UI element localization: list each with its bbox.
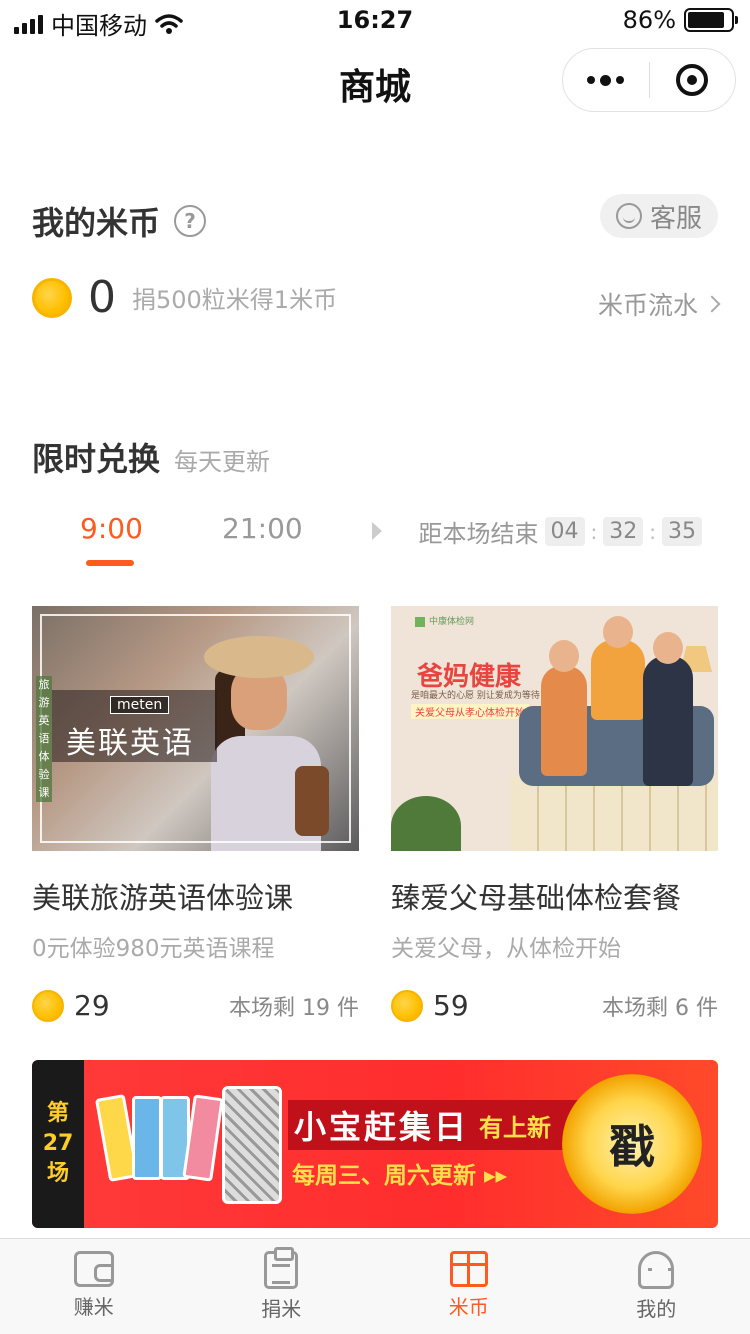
banner-badge: 有上新	[479, 1113, 552, 1142]
exchange-title: 限时兑换	[32, 440, 161, 478]
product-remaining: 本场剩 6 件	[602, 995, 718, 1021]
round-prefix: 第	[46, 1101, 69, 1126]
coin-tip: 捐500粒米得1米币	[132, 286, 338, 314]
coin-flow-link[interactable]: 米币流水	[597, 286, 721, 322]
triangle-right-icon	[372, 522, 382, 540]
banner-title: 小宝赶集日	[294, 1108, 470, 1146]
close-target-icon	[676, 64, 709, 96]
countdown-separator: :	[649, 519, 656, 544]
chat-icon	[615, 203, 642, 229]
tab-label: 捐米	[261, 1297, 302, 1321]
product-name[interactable]: 美联旅游英语体验课	[32, 875, 359, 917]
banner-products-image	[94, 1086, 282, 1206]
mini-program-capsule	[562, 48, 736, 112]
limited-exchange-section: 限时兑换 每天更新 9:00 21:00 距本场结束 04 : 32 : 35 …	[0, 372, 750, 1238]
active-tab-indicator	[86, 560, 134, 566]
meten-logo: meten	[110, 696, 170, 714]
stamp-label: 戳	[609, 1120, 655, 1174]
round-number: 27	[42, 1131, 74, 1156]
coin-flow-label: 米币流水	[597, 291, 698, 320]
tab-label: 米币	[448, 1295, 489, 1319]
banner-subtitle: 每周三、周六更新 ▸▸	[292, 1163, 508, 1189]
countdown-seconds: 35	[662, 517, 702, 546]
wallet-icon	[73, 1251, 114, 1287]
coin-icon	[32, 989, 64, 1022]
my-coins-title: 我的米币	[32, 204, 161, 242]
more-dots-icon	[587, 74, 625, 86]
countdown: 距本场结束 04 : 32 : 35	[418, 514, 702, 549]
gift-icon	[449, 1251, 488, 1287]
product-card[interactable]: meten 美联英语 旅游英语体验课 美联旅游英语体验课 0元体验980元英语课…	[32, 606, 359, 1022]
image-tagline: 关爱父母从孝心体检开始	[411, 704, 529, 719]
tab-label: 赚米	[73, 1295, 114, 1319]
profile-icon	[638, 1251, 675, 1289]
round-suffix: 场	[46, 1161, 69, 1186]
customer-service-button[interactable]: 客服	[599, 194, 718, 238]
product-desc: 0元体验980元英语课程	[32, 936, 275, 962]
product-price: 59	[433, 989, 469, 1022]
chevron-right-icon	[703, 295, 721, 313]
tab-earn-rice[interactable]: 赚米	[0, 1239, 188, 1334]
my-coins-card: 我的米币 ? 客服 0 捐500粒米得1米币 米币流水	[0, 122, 750, 372]
more-button[interactable]	[563, 49, 649, 111]
coin-amount: 0	[88, 272, 116, 323]
image-brand-text: 美联英语	[66, 726, 194, 761]
coin-icon	[32, 277, 72, 318]
product-remaining: 本场剩 19 件	[229, 995, 359, 1021]
status-bar: 中国移动 16:27 86%	[0, 0, 750, 40]
product-price: 29	[74, 989, 110, 1022]
product-card[interactable]: 中康体检网 爸妈健康 是咱最大的心愿 别让爱成为等待 关爱父母从孝心体检开始 臻…	[391, 606, 718, 1022]
product-image-health-check[interactable]: 中康体检网 爸妈健康 是咱最大的心愿 别让爱成为等待 关爱父母从孝心体检开始	[391, 606, 718, 851]
question-circle-icon[interactable]: ?	[174, 205, 207, 237]
battery-percent: 86%	[622, 6, 676, 34]
countdown-separator: :	[590, 519, 598, 544]
battery-icon	[684, 8, 738, 32]
image-vertical-text: 旅游英语体验课	[36, 676, 52, 802]
session-tabs: 9:00 21:00 距本场结束 04 : 32 : 35	[0, 512, 750, 572]
tab-session-evening[interactable]: 21:00	[222, 512, 303, 545]
tab-rice-coins[interactable]: 米币	[375, 1239, 563, 1334]
image-subline: 是咱最大的心愿 别让爱成为等待	[411, 691, 540, 701]
product-desc: 关爱父母，从体检开始	[391, 936, 621, 962]
countdown-minutes: 32	[603, 517, 644, 546]
coin-icon	[391, 989, 423, 1022]
exchange-subtitle: 每天更新	[174, 448, 271, 476]
nav-bar: 商城	[0, 40, 750, 122]
tab-donate-rice[interactable]: 捐米	[188, 1239, 376, 1334]
market-day-banner[interactable]: 第 27 场 小宝赶集日 有上新 每周三、周六更新 ▸▸ 戳	[32, 1060, 718, 1228]
close-button[interactable]	[650, 49, 736, 111]
stamp-button[interactable]: 戳	[562, 1074, 702, 1214]
tab-session-morning[interactable]: 9:00	[80, 512, 143, 545]
product-name[interactable]: 臻爱父母基础体检套餐	[391, 875, 718, 917]
tab-mine[interactable]: 我的	[563, 1239, 750, 1334]
tab-label: 我的	[636, 1297, 677, 1321]
countdown-label: 距本场结束	[418, 520, 539, 548]
round-badge: 第 27 场	[32, 1060, 84, 1228]
customer-service-label: 客服	[649, 203, 702, 234]
countdown-hours: 04	[544, 517, 585, 546]
product-image-english-course[interactable]: meten 美联英语 旅游英语体验课	[32, 606, 359, 851]
health-site-logo: 中康体检网	[415, 614, 474, 627]
clipboard-icon	[264, 1247, 299, 1289]
bottom-tab-bar: 赚米 捐米 米币 我的	[0, 1238, 750, 1334]
